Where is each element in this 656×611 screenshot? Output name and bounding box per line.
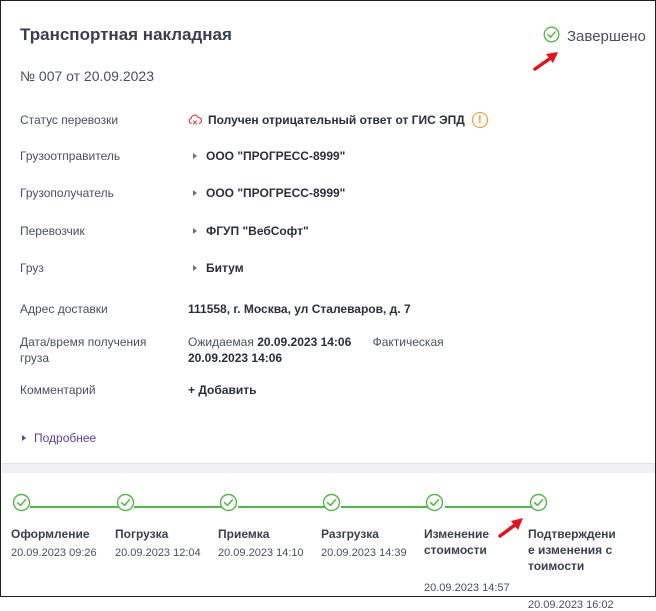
step-date: 20.09.2023 14:57 <box>424 582 510 594</box>
cloud-error-icon <box>188 114 202 126</box>
shipper-name: ООО "ПРОГРЕСС-8999" <box>206 149 346 163</box>
step-date: 20.09.2023 14:39 <box>321 547 407 559</box>
step-name: Разгрузка <box>321 527 379 541</box>
step-date: 20.09.2023 09:26 <box>11 547 97 559</box>
check-circle-icon <box>12 493 31 517</box>
status-timeline: Оформление 20.09.2023 09:26 Погрузка 20.… <box>1 473 656 611</box>
step-name: Изменение стоимости <box>424 527 490 557</box>
timeline-connector <box>134 506 226 508</box>
caret-right-icon <box>22 435 26 441</box>
field-label: Перевозчик <box>20 224 85 238</box>
timeline-connector <box>445 506 537 508</box>
actual-label: Фактическая <box>372 335 444 349</box>
timeline-connector <box>238 506 330 508</box>
carrier-name: ФГУП "ВебСофт" <box>206 224 309 238</box>
cargo-value[interactable]: Битум <box>188 260 244 276</box>
field-value: Получен отрицательный ответ от ГИС ЭПД ! <box>188 112 488 128</box>
check-circle-icon <box>322 493 341 517</box>
window-frame: Транспортная накладная Завершено № 007 о… <box>0 0 656 611</box>
field-label: Груз <box>20 261 44 275</box>
red-arrow-pointer-icon <box>533 52 558 71</box>
check-circle-icon <box>543 26 560 47</box>
check-circle-icon <box>116 493 135 517</box>
consignee-value[interactable]: ООО "ПРОГРЕСС-8999" <box>188 185 345 201</box>
step-date: 20.09.2023 14:10 <box>218 547 304 559</box>
caret-right-icon <box>193 153 197 159</box>
page-title: Транспортная накладная <box>20 25 232 44</box>
field-label: Адрес доставки <box>20 302 108 316</box>
step-name: Погрузка <box>115 527 169 541</box>
more-details-label: Подробнее <box>34 431 97 445</box>
step-name: Подтверждение изменения стоимости <box>528 527 616 573</box>
step-date: 20.09.2023 12:04 <box>115 547 201 559</box>
waybill-card: Транспортная накладная Завершено № 007 о… <box>3 3 654 463</box>
field-label: Комментарий <box>20 383 96 397</box>
status-label: Завершено <box>567 28 646 45</box>
field-label: Грузоотправитель <box>20 149 121 163</box>
more-details-toggle[interactable]: Подробнее <box>20 431 96 445</box>
check-circle-icon <box>219 493 238 517</box>
check-circle-icon <box>425 493 444 517</box>
row-datetime: Дата/время получения груза Ожидаемая 20.… <box>20 334 640 370</box>
add-comment-link[interactable]: + Добавить <box>188 382 256 398</box>
status-badge: Завершено <box>543 26 646 47</box>
carrier-value[interactable]: ФГУП "ВебСофт" <box>188 223 309 239</box>
actual-value: 20.09.2023 14:06 <box>188 351 283 365</box>
section-divider <box>2 463 655 473</box>
field-label: Статус перевозки <box>20 113 119 127</box>
datetime-values: Ожидаемая 20.09.2023 14:06 Фактическая 2… <box>188 334 488 366</box>
step-date: 20.09.2023 16:02 <box>528 599 614 611</box>
step-name: Приемка <box>218 527 270 541</box>
step-name: Оформление <box>11 527 90 541</box>
document-number: № 007 от 20.09.2023 <box>20 68 155 84</box>
caret-right-icon <box>193 228 197 234</box>
caret-right-icon <box>193 190 197 196</box>
expected-label: Ожидаемая <box>188 335 254 349</box>
red-arrow-pointer-icon <box>498 518 523 538</box>
consignee-name: ООО "ПРОГРЕСС-8999" <box>206 186 346 200</box>
caret-right-icon <box>193 265 197 271</box>
timeline-connector <box>341 506 433 508</box>
field-label: Грузополучатель <box>20 186 114 200</box>
shipper-value[interactable]: ООО "ПРОГРЕСС-8999" <box>188 148 345 164</box>
transport-status-text: Получен отрицательный ответ от ГИС ЭПД <box>208 113 465 127</box>
field-label: Дата/время получения груза <box>20 335 147 365</box>
warning-circle-icon[interactable]: ! <box>471 112 488 128</box>
check-circle-icon <box>529 493 548 517</box>
expected-value: 20.09.2023 14:06 <box>257 335 352 349</box>
timeline-connector <box>30 506 122 508</box>
address-value: 111558, г. Москва, ул Сталеваров, д. 7 <box>188 302 411 316</box>
cargo-name: Битум <box>206 261 244 275</box>
